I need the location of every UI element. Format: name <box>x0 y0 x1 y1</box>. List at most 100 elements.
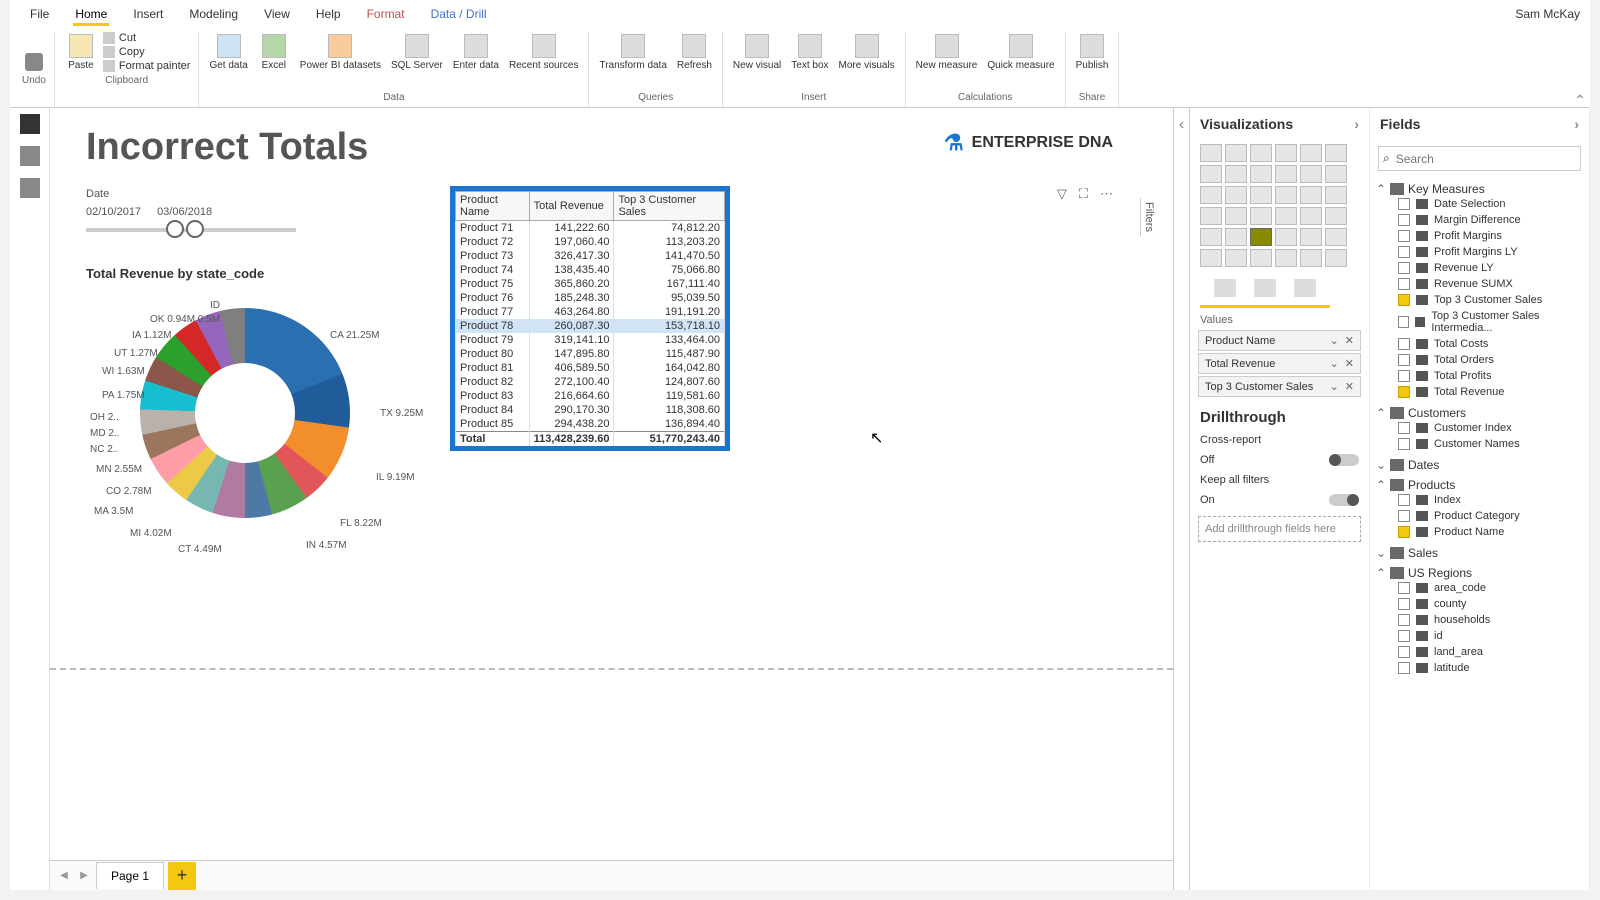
menu-data-drill[interactable]: Data / Drill <box>429 3 489 26</box>
field-checkbox[interactable] <box>1398 262 1410 274</box>
field-item[interactable]: Index <box>1376 492 1583 508</box>
field-checkbox[interactable] <box>1398 494 1410 506</box>
field-group-header[interactable]: ⌃Products <box>1376 478 1583 492</box>
table-row[interactable]: Product 80147,895.80115,487.90 <box>456 347 725 361</box>
field-checkbox[interactable] <box>1398 370 1410 382</box>
model-view-icon[interactable] <box>20 178 40 198</box>
field-checkbox[interactable] <box>1398 422 1410 434</box>
field-item[interactable]: Product Name <box>1376 524 1583 540</box>
field-item[interactable]: land_area <box>1376 644 1583 660</box>
field-item[interactable]: Total Orders <box>1376 352 1583 368</box>
data-view-icon[interactable] <box>20 146 40 166</box>
table-visual[interactable]: Product NameTotal RevenueTop 3 Customer … <box>450 186 730 451</box>
new-visual-button[interactable]: New visual <box>731 32 783 73</box>
field-checkbox[interactable] <box>1398 510 1410 522</box>
field-checkbox[interactable] <box>1398 662 1410 674</box>
visual-type-button[interactable] <box>1250 186 1272 204</box>
table-row[interactable]: Product 73326,417.30141,470.50 <box>456 249 725 263</box>
menu-format[interactable]: Format <box>365 3 407 26</box>
menu-file[interactable]: File <box>28 3 51 26</box>
field-checkbox[interactable] <box>1398 598 1410 610</box>
field-checkbox[interactable] <box>1398 646 1410 658</box>
field-checkbox[interactable] <box>1398 338 1410 350</box>
field-group-header[interactable]: ⌃Key Measures <box>1376 182 1583 196</box>
field-group-header[interactable]: ⌃US Regions <box>1376 566 1583 580</box>
date-slider[interactable] <box>86 228 296 232</box>
undo-icon[interactable] <box>25 53 43 71</box>
visual-type-button[interactable] <box>1325 144 1347 162</box>
fields-search[interactable]: ⌕ <box>1378 146 1581 171</box>
visual-type-button[interactable] <box>1200 144 1222 162</box>
slider-handle-left[interactable] <box>166 220 184 238</box>
filters-pane-toggle[interactable]: Filters <box>1140 198 1157 236</box>
field-well[interactable]: Top 3 Customer Sales⌄✕ <box>1198 376 1361 397</box>
field-checkbox[interactable] <box>1398 230 1410 242</box>
visual-type-button[interactable] <box>1225 144 1247 162</box>
page-tab-1[interactable]: Page 1 <box>96 862 164 889</box>
visual-type-button[interactable] <box>1275 228 1297 246</box>
keep-filters-toggle[interactable] <box>1329 494 1359 506</box>
enter-data-button[interactable]: Enter data <box>451 32 501 73</box>
get-data-button[interactable]: Get data <box>207 32 249 73</box>
visual-type-button[interactable] <box>1200 228 1222 246</box>
field-item[interactable]: latitude <box>1376 660 1583 676</box>
field-item[interactable]: Customer Index <box>1376 420 1583 436</box>
visual-type-button[interactable] <box>1225 249 1247 267</box>
excel-button[interactable]: Excel <box>256 32 292 73</box>
table-header[interactable]: Top 3 Customer Sales <box>614 192 725 221</box>
field-checkbox[interactable] <box>1398 316 1409 328</box>
publish-button[interactable]: Publish <box>1074 32 1111 73</box>
visual-type-button[interactable] <box>1250 144 1272 162</box>
well-remove-icon[interactable]: ✕ <box>1345 357 1354 370</box>
field-checkbox[interactable] <box>1398 198 1410 210</box>
visual-type-button[interactable] <box>1200 207 1222 225</box>
visual-type-button[interactable] <box>1225 186 1247 204</box>
vis-pane-chevron-icon[interactable]: › <box>1354 116 1359 132</box>
field-checkbox[interactable] <box>1398 278 1410 290</box>
table-row[interactable]: Product 85294,438.20136,894.40 <box>456 417 725 432</box>
menu-help[interactable]: Help <box>314 3 343 26</box>
visual-type-button[interactable] <box>1325 207 1347 225</box>
vis-pane-collapse[interactable]: ‹ <box>1173 108 1189 890</box>
page-next[interactable]: ▶ <box>76 868 92 884</box>
visual-type-button[interactable] <box>1275 207 1297 225</box>
paste-button[interactable]: Paste <box>63 32 99 73</box>
visual-type-button[interactable] <box>1275 144 1297 162</box>
table-row[interactable]: Product 83216,664.60119,581.60 <box>456 389 725 403</box>
field-item[interactable]: Revenue LY <box>1376 260 1583 276</box>
field-checkbox[interactable] <box>1398 354 1410 366</box>
fields-pane-chevron-icon[interactable]: › <box>1574 116 1579 132</box>
date-slicer[interactable]: Date 02/10/2017 03/06/2018 <box>86 188 296 232</box>
filter-icon[interactable]: ▽ <box>1057 186 1067 202</box>
table-row[interactable]: Product 74138,435.4075,066.80 <box>456 263 725 277</box>
table-row[interactable]: Product 76185,248.3095,039.50 <box>456 291 725 305</box>
table-header[interactable]: Product Name <box>456 192 530 221</box>
visual-type-button[interactable] <box>1225 207 1247 225</box>
visual-type-button[interactable] <box>1225 228 1247 246</box>
page-prev[interactable]: ◀ <box>56 868 72 884</box>
visual-type-button[interactable] <box>1200 165 1222 183</box>
field-item[interactable]: county <box>1376 596 1583 612</box>
table-row[interactable]: Product 78260,087.30153,718.10 <box>456 319 725 333</box>
ribbon-collapse-icon[interactable]: ⌃ <box>1574 92 1586 109</box>
table-row[interactable]: Product 84290,170.30118,308.60 <box>456 403 725 417</box>
field-checkbox[interactable] <box>1398 294 1410 306</box>
visual-type-button[interactable] <box>1300 228 1322 246</box>
field-group-header[interactable]: ⌃Customers <box>1376 406 1583 420</box>
analytics-tab-icon[interactable] <box>1294 279 1316 297</box>
menu-insert[interactable]: Insert <box>131 3 165 26</box>
field-item[interactable]: Revenue SUMX <box>1376 276 1583 292</box>
menu-modeling[interactable]: Modeling <box>187 3 240 26</box>
field-well[interactable]: Product Name⌄✕ <box>1198 330 1361 351</box>
field-checkbox[interactable] <box>1398 438 1410 450</box>
drillthrough-dropzone[interactable]: Add drillthrough fields here <box>1198 516 1361 542</box>
cross-report-toggle[interactable] <box>1329 454 1359 466</box>
table-row[interactable]: Product 81406,589.50164,042.80 <box>456 361 725 375</box>
field-checkbox[interactable] <box>1398 386 1410 398</box>
visual-type-button[interactable] <box>1250 207 1272 225</box>
field-item[interactable]: households <box>1376 612 1583 628</box>
field-item[interactable]: Total Profits <box>1376 368 1583 384</box>
field-item[interactable]: Profit Margins LY <box>1376 244 1583 260</box>
visual-type-button[interactable] <box>1300 249 1322 267</box>
field-item[interactable]: Profit Margins <box>1376 228 1583 244</box>
